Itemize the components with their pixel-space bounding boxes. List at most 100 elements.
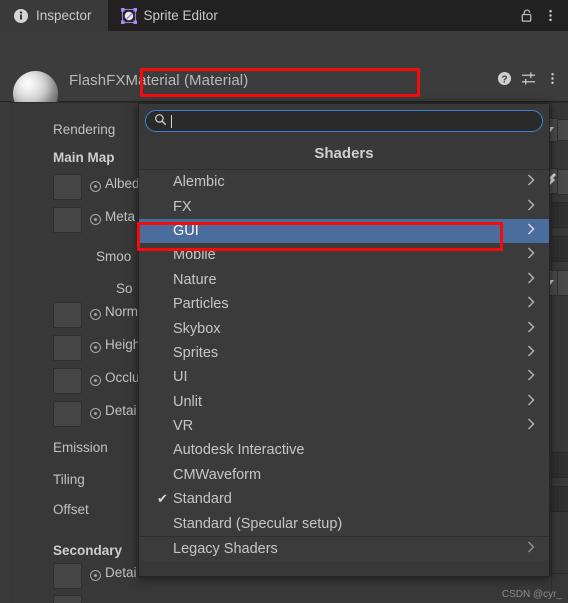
shader-popup-title: Shaders xyxy=(139,137,549,170)
tab-sprite-editor-label: Sprite Editor xyxy=(143,8,218,23)
page-title: FlashFXMaterial (Material) xyxy=(69,72,249,89)
list-item-label: VR xyxy=(173,418,194,435)
list-item-label: Legacy Shaders xyxy=(173,541,278,558)
texture-swatch[interactable] xyxy=(53,207,82,233)
search-icon xyxy=(154,113,167,129)
property-rendering: Rendering xyxy=(53,122,116,137)
property-toggle-icon[interactable] xyxy=(90,375,101,386)
list-item-label: UI xyxy=(173,369,188,386)
list-item-label: CMWaveform xyxy=(173,466,262,483)
inspector-bottom-divider xyxy=(551,573,568,574)
tab-bar-actions xyxy=(515,0,568,31)
list-item-label: Skybox xyxy=(173,320,221,337)
list-item-label: Particles xyxy=(173,296,229,313)
list-item[interactable]: Alembic xyxy=(139,170,549,195)
list-item[interactable]: Skybox xyxy=(139,316,549,341)
shader-search-row xyxy=(139,104,549,137)
chevron-right-icon xyxy=(527,541,535,557)
list-item[interactable]: Unlit xyxy=(139,389,549,414)
chevron-right-icon xyxy=(527,369,535,385)
tab-inspector[interactable]: Inspector xyxy=(0,0,108,31)
list-item-gui[interactable]: GUI xyxy=(139,218,549,244)
property-metallic: Meta xyxy=(105,209,136,224)
texture-swatch[interactable] xyxy=(53,174,82,200)
property-offset: Offset xyxy=(53,502,89,517)
chevron-right-icon xyxy=(527,174,535,190)
property-detail-mask: Detai xyxy=(105,403,137,418)
property-albedo: Albed xyxy=(105,176,140,191)
chevron-right-icon xyxy=(527,199,535,215)
list-item-standard[interactable]: ✔ Standard xyxy=(139,487,549,512)
texture-swatch[interactable] xyxy=(53,595,82,603)
help-icon[interactable]: ? xyxy=(497,71,512,89)
chevron-right-icon xyxy=(527,272,535,288)
list-item-legacy-shaders[interactable]: Legacy Shaders xyxy=(139,536,549,562)
list-item-label: Nature xyxy=(173,271,217,288)
texture-swatch[interactable] xyxy=(53,563,82,589)
list-item[interactable]: Standard (Specular setup) xyxy=(139,511,549,536)
info-icon xyxy=(13,8,29,24)
property-toggle-icon[interactable] xyxy=(90,214,101,225)
property-secondary-maps: Secondary xyxy=(53,543,123,558)
texture-swatch[interactable] xyxy=(53,302,82,328)
property-detail-albedo: Detai xyxy=(105,565,137,580)
property-source: So xyxy=(116,281,133,296)
texture-swatch[interactable] xyxy=(53,335,82,361)
property-height-map: Heigh xyxy=(105,337,141,352)
list-item-label: GUI xyxy=(173,222,199,239)
texture-swatch[interactable] xyxy=(53,368,82,394)
list-item[interactable]: Particles xyxy=(139,291,549,317)
list-item-label: Standard (Specular setup) xyxy=(173,515,343,532)
check-icon: ✔ xyxy=(157,491,168,507)
sprite-editor-icon xyxy=(120,7,137,24)
list-item[interactable]: FX xyxy=(139,194,549,219)
list-item[interactable]: UI xyxy=(139,365,549,390)
list-item-label: Alembic xyxy=(173,174,225,191)
watermark-text: CSDN @cyr_ xyxy=(501,589,562,600)
tab-bar-spacer xyxy=(234,0,515,31)
preset-settings-icon[interactable] xyxy=(521,71,536,89)
chevron-right-icon xyxy=(527,296,535,312)
list-item[interactable]: Sprites xyxy=(139,340,549,366)
list-item[interactable]: Autodesk Interactive xyxy=(139,438,549,463)
list-item[interactable]: Mobile xyxy=(139,243,549,268)
property-toggle-icon[interactable] xyxy=(90,309,101,320)
tab-sprite-editor[interactable]: Sprite Editor xyxy=(107,0,234,31)
chevron-right-icon xyxy=(527,418,535,434)
list-item-label: Mobile xyxy=(173,247,216,264)
chevron-right-icon xyxy=(527,394,535,410)
chevron-right-icon xyxy=(527,321,535,337)
search-text-caret xyxy=(171,114,172,128)
chevron-right-icon xyxy=(527,345,535,361)
property-toggle-icon[interactable] xyxy=(90,342,101,353)
material-header: FlashFXMaterial (Material) ? xyxy=(0,31,568,125)
list-item[interactable]: CMWaveform xyxy=(139,462,549,488)
unity-inspector-window: Inspector Sprite Editor FlashFXMaterial … xyxy=(0,0,568,603)
list-item-label: Autodesk Interactive xyxy=(173,442,305,459)
property-toggle-icon[interactable] xyxy=(90,408,101,419)
more-menu-icon[interactable] xyxy=(545,71,560,89)
property-normal-map: Norm xyxy=(105,304,138,319)
property-tiling: Tiling xyxy=(53,472,85,487)
more-menu-icon[interactable] xyxy=(539,0,561,31)
list-item-label: Standard xyxy=(173,491,232,508)
lock-icon[interactable] xyxy=(515,0,537,31)
list-item[interactable]: Nature xyxy=(139,267,549,292)
property-smoothness: Smoo xyxy=(96,249,132,264)
property-emission: Emission xyxy=(53,440,108,455)
chevron-right-icon xyxy=(527,223,535,239)
shader-search-box[interactable] xyxy=(145,110,543,132)
material-header-actions: ? xyxy=(497,71,560,89)
tab-inspector-label: Inspector xyxy=(36,8,92,23)
texture-swatch[interactable] xyxy=(53,401,82,427)
list-item[interactable]: VR xyxy=(139,413,549,439)
property-toggle-icon[interactable] xyxy=(90,570,101,581)
property-toggle-icon[interactable] xyxy=(90,181,101,192)
property-occlusion: Occlu xyxy=(105,370,140,385)
property-main-map: Main Map xyxy=(53,150,115,165)
svg-text:?: ? xyxy=(501,74,507,85)
list-item-label: Unlit xyxy=(173,393,203,410)
inspector-left-strip xyxy=(0,102,9,603)
tab-bar: Inspector Sprite Editor xyxy=(0,0,568,31)
list-item-label: FX xyxy=(173,198,192,215)
